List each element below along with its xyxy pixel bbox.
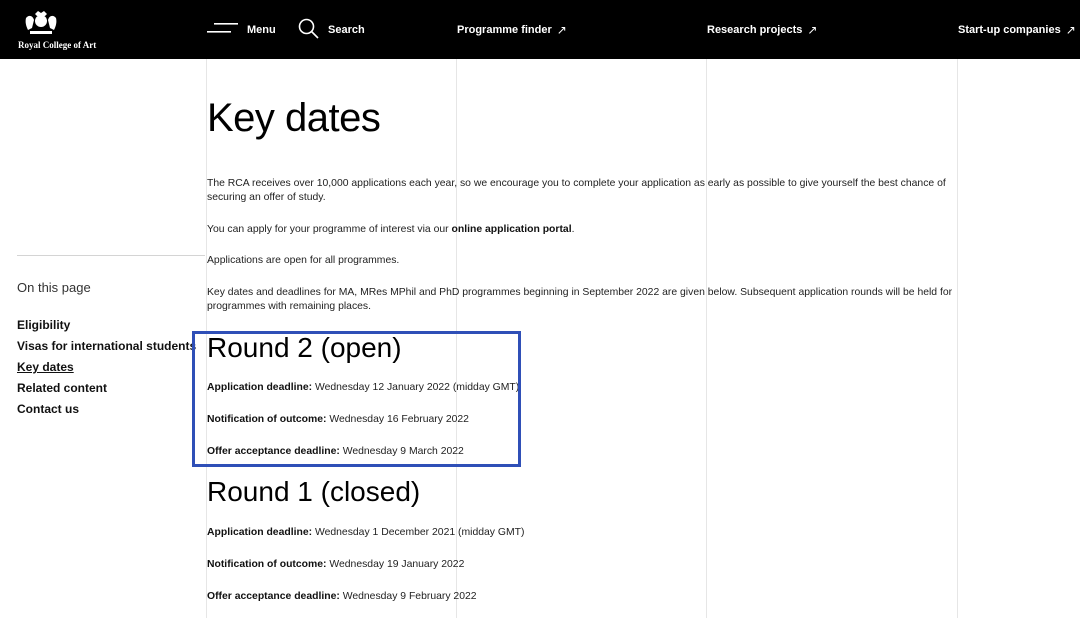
date-label: Offer acceptance deadline: [207,591,340,602]
hamburger-icon [207,22,238,37]
sidebar-divider [17,255,205,256]
programme-finder-label: Programme finder [457,23,552,36]
menu-label: Menu [247,23,276,36]
search-icon [298,18,319,42]
date-value: Wednesday 1 December 2021 (midday GMT) [312,527,525,538]
external-arrow-icon: ↗ [556,22,567,37]
page-title: Key dates [207,96,381,140]
logo-text: Royal College of Art [18,40,97,50]
intro-paragraph: The RCA receives over 10,000 application… [207,178,946,203]
sidebar-item-key-dates[interactable]: Key dates [17,361,197,373]
startup-companies-label: Start-up companies [958,23,1061,36]
round-1-title: Round 1 (closed) [207,476,421,507]
round-1-application-deadline: Application deadline: Wednesday 1 Decemb… [207,527,524,538]
search-button[interactable]: Search [298,0,365,59]
round-1-notification: Notification of outcome: Wednesday 19 Ja… [207,559,464,570]
date-value: Wednesday 19 January 2022 [326,559,465,570]
date-label: Application deadline: [207,527,313,538]
online-application-portal-link[interactable]: online application portal [452,224,572,235]
research-projects-link[interactable]: Research projects ↗ [707,0,817,59]
sidebar-item-visas[interactable]: Visas for international students [17,340,197,352]
apply-suffix: . [571,224,575,235]
applications-open-note: Applications are open for all programmes… [207,255,400,266]
sidebar-item-related-content[interactable]: Related content [17,382,197,394]
external-arrow-icon: ↗ [807,22,818,37]
search-label: Search [328,23,365,36]
sidebar-item-eligibility[interactable]: Eligibility [17,319,197,331]
research-projects-label: Research projects [707,23,803,36]
apply-prefix: You can apply for your programme of inte… [207,224,452,235]
grid-line [706,59,707,618]
round-2-highlight-box [192,331,521,467]
apply-paragraph: You can apply for your programme of inte… [207,223,959,237]
on-this-page-heading: On this page [17,280,91,295]
external-arrow-icon: ↗ [1065,22,1076,37]
site-header: Royal College of Art Menu Search Program… [0,0,1080,59]
deadlines-paragraph: Key dates and deadlines for MA, MRes MPh… [207,287,953,312]
royal-crest-icon [25,11,57,34]
startup-companies-link[interactable]: Start-up companies ↗ [958,0,1076,59]
date-value: Wednesday 9 February 2022 [339,591,477,602]
on-this-page-nav: Eligibility Visas for international stud… [17,319,197,424]
programme-finder-link[interactable]: Programme finder ↗ [457,0,567,59]
date-label: Notification of outcome: [207,559,327,570]
grid-line [957,59,958,618]
menu-button[interactable]: Menu [207,0,276,59]
round-1-offer-acceptance: Offer acceptance deadline: Wednesday 9 F… [207,591,477,602]
rca-logo[interactable]: Royal College of Art [18,8,108,50]
sidebar-item-contact-us[interactable]: Contact us [17,403,197,415]
